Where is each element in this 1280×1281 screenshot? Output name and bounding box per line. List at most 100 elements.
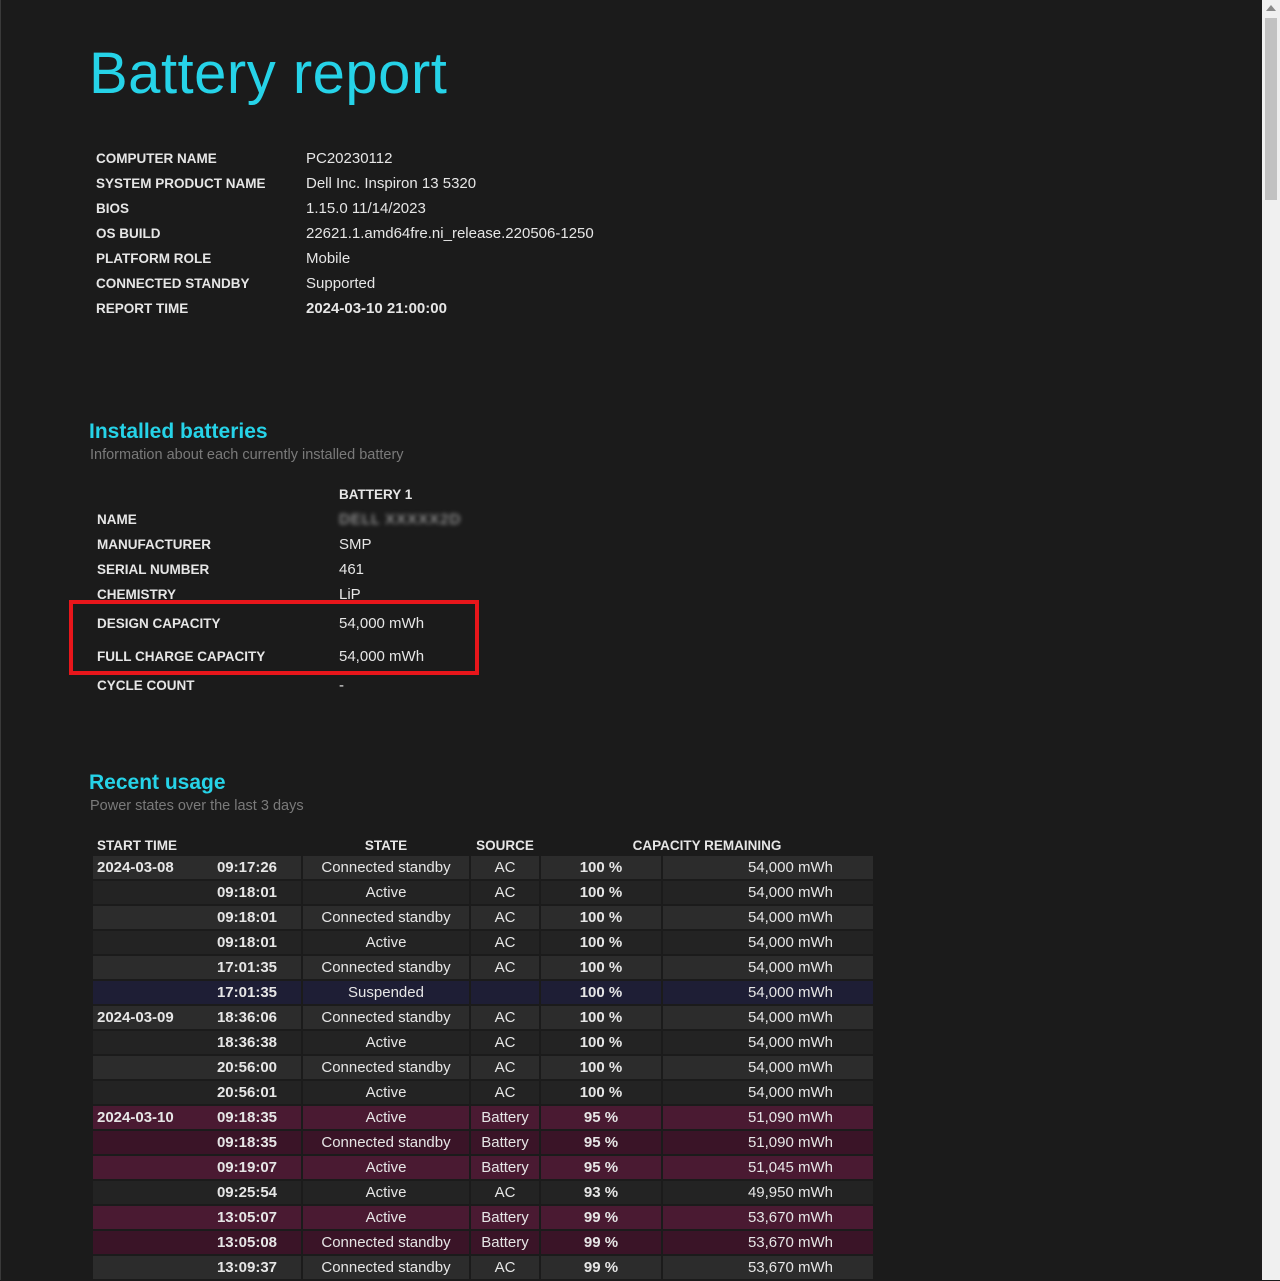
usage-row: 2024-03-10 09:18:35 Active Battery 95 % 51,09… <box>93 1106 873 1129</box>
system-info-value: Mobile <box>306 250 351 267</box>
system-info-row: COMPUTER NAME PC20230112 <box>91 146 599 171</box>
system-info-key: OS BUILD <box>96 226 161 241</box>
usage-start-time: 17:01:35 <box>93 981 301 1004</box>
usage-time: 09:18:01 <box>216 884 277 901</box>
usage-time: 20:56:01 <box>216 1084 277 1101</box>
system-info-key: SYSTEM PRODUCT NAME <box>96 176 266 191</box>
usage-state: Active <box>303 1106 469 1129</box>
usage-row: 20:56:01 Active AC 100 % 54,000 mWh <box>93 1081 873 1104</box>
usage-source: AC <box>471 931 539 954</box>
usage-row: 09:18:01 Active AC 100 % 54,000 mWh <box>93 931 873 954</box>
usage-row: 17:01:35 Suspended 100 % 54,000 mWh <box>93 981 873 1004</box>
usage-start-time: 2024-03-09 18:36:06 <box>93 1006 301 1029</box>
usage-time: 09:18:35 <box>216 1134 277 1151</box>
usage-state: Connected standby <box>303 1231 469 1254</box>
state-header: STATE <box>364 837 408 853</box>
usage-time: 18:36:38 <box>216 1034 277 1051</box>
installed-batteries-heading: Installed batteries <box>89 420 268 443</box>
system-info-key: BIOS <box>96 201 130 216</box>
usage-capacity-percent: 100 % <box>541 1081 661 1104</box>
usage-capacity-percent: 100 % <box>541 931 661 954</box>
battery-info-key: MANUFACTURER <box>97 537 211 552</box>
recent-usage-subheading: Power states over the last 3 days <box>90 798 304 814</box>
usage-header-row: START TIME STATE SOURCE CAPACITY REMAINI… <box>93 836 873 854</box>
battery-info-key: NAME <box>97 512 137 527</box>
usage-state: Connected standby <box>303 1056 469 1079</box>
usage-source: AC <box>471 1031 539 1054</box>
usage-capacity-percent: 99 % <box>541 1206 661 1229</box>
battery-info-row: CYCLE COUNT - <box>91 673 467 698</box>
usage-capacity-percent: 95 % <box>541 1106 661 1129</box>
usage-capacity-mwh: 54,000 mWh <box>663 981 873 1004</box>
usage-source: Battery <box>471 1156 539 1179</box>
capacity-highlight-box <box>69 600 479 675</box>
usage-state: Active <box>303 1081 469 1104</box>
battery-info-value: DELL XXXXX2D <box>339 511 462 528</box>
battery-info-value: SMP <box>339 536 372 553</box>
usage-row: 09:18:35 Connected standby Battery 95 % 51,0… <box>93 1131 873 1154</box>
usage-capacity-percent: 100 % <box>541 1056 661 1079</box>
recent-usage-heading: Recent usage <box>89 771 226 794</box>
battery-info-value: 461 <box>339 561 365 578</box>
system-info-value: 1.15.0 11/14/2023 <box>306 200 426 217</box>
vertical-scrollbar[interactable] <box>1262 0 1280 1280</box>
usage-source: AC <box>471 906 539 929</box>
battery-info-row: NAME DELL XXXXX2D <box>91 507 467 532</box>
usage-start-time: 2024-03-10 09:18:35 <box>93 1106 301 1129</box>
usage-state: Suspended <box>303 981 469 1004</box>
usage-time: 09:18:35 <box>216 1109 277 1126</box>
usage-start-time: 09:18:01 <box>93 881 301 904</box>
usage-capacity-percent: 100 % <box>541 881 661 904</box>
usage-capacity-mwh: 54,000 mWh <box>663 1056 873 1079</box>
usage-start-time: 09:18:35 <box>93 1131 301 1154</box>
usage-capacity-percent: 95 % <box>541 1156 661 1179</box>
usage-start-time: 20:56:01 <box>93 1081 301 1104</box>
usage-start-time: 09:18:01 <box>93 906 301 929</box>
system-info-row: SYSTEM PRODUCT NAME Dell Inc. Inspiron 13… <box>91 171 599 196</box>
usage-state: Active <box>303 1206 469 1229</box>
recent-usage-table: START TIME STATE SOURCE CAPACITY REMAINI… <box>91 834 875 1281</box>
battery-info-row: MANUFACTURER SMP <box>91 532 467 557</box>
usage-start-time: 18:36:38 <box>93 1031 301 1054</box>
usage-source: AC <box>471 956 539 979</box>
system-info-value: 22621.1.amd64fre.ni_release.220506-1250 <box>306 225 594 242</box>
system-info-row: CONNECTED STANDBY Supported <box>91 271 599 296</box>
usage-capacity-percent: 99 % <box>541 1256 661 1279</box>
usage-state: Connected standby <box>303 856 469 879</box>
battery-header-row: BATTERY 1 <box>91 482 467 507</box>
battery-info-row: SERIAL NUMBER 461 <box>91 557 467 582</box>
usage-capacity-percent: 95 % <box>541 1131 661 1154</box>
scroll-up-arrow-icon[interactable] <box>1266 5 1276 11</box>
page-title: Battery report <box>89 41 448 106</box>
usage-start-time: 13:05:07 <box>93 1206 301 1229</box>
usage-source: AC <box>471 1181 539 1204</box>
battery-info-key: CYCLE COUNT <box>97 678 195 693</box>
usage-row: 09:18:01 Connected standby AC 100 % 54,000 m… <box>93 906 873 929</box>
usage-capacity-mwh: 54,000 mWh <box>663 856 873 879</box>
usage-state: Connected standby <box>303 1131 469 1154</box>
installed-batteries-subheading: Information about each currently install… <box>90 447 404 463</box>
usage-row: 13:05:07 Active Battery 99 % 53,670 mWh <box>93 1206 873 1229</box>
usage-start-time: 2024-03-08 09:17:26 <box>93 856 301 879</box>
usage-start-time: 13:05:08 <box>93 1231 301 1254</box>
usage-source: Battery <box>471 1131 539 1154</box>
usage-capacity-mwh: 54,000 mWh <box>663 1081 873 1104</box>
usage-capacity-mwh: 54,000 mWh <box>663 906 873 929</box>
usage-state: Active <box>303 1156 469 1179</box>
usage-date: 2024-03-10 <box>97 1109 174 1126</box>
capacity-remaining-header: CAPACITY REMAINING <box>632 837 782 853</box>
system-info-key: COMPUTER NAME <box>96 151 217 166</box>
usage-row: 2024-03-09 18:36:06 Connected standby AC 100… <box>93 1006 873 1029</box>
usage-source: AC <box>471 1081 539 1104</box>
usage-row: 17:01:35 Connected standby AC 100 % 54,000 m… <box>93 956 873 979</box>
usage-start-time: 17:01:35 <box>93 956 301 979</box>
usage-start-time: 20:56:00 <box>93 1056 301 1079</box>
battery-report-page: Battery report COMPUTER NAME PC20230112 SY… <box>1 0 1263 1280</box>
usage-capacity-mwh: 53,670 mWh <box>663 1256 873 1279</box>
battery-column-header: BATTERY 1 <box>339 487 413 502</box>
usage-start-time: 09:25:54 <box>93 1181 301 1204</box>
battery-info-key: SERIAL NUMBER <box>97 562 210 577</box>
usage-time: 13:05:08 <box>216 1234 277 1251</box>
system-info-key: CONNECTED STANDBY <box>96 276 250 291</box>
scrollbar-thumb[interactable] <box>1265 18 1277 200</box>
